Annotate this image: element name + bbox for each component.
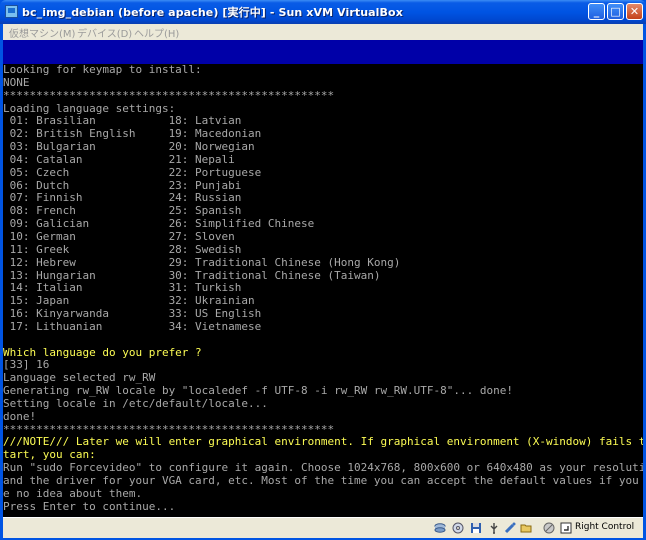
console-line: 11: Greek 28: Swedish bbox=[3, 242, 242, 256]
shared-folder-icon[interactable] bbox=[520, 522, 532, 534]
mouse-integration-icon[interactable] bbox=[543, 522, 555, 534]
console-line: Setting locale in /etc/default/locale... bbox=[3, 396, 268, 410]
minimize-button[interactable]: _ bbox=[588, 3, 605, 20]
vm-display[interactable]: Looking for keymap to install: NONE ******… bbox=[3, 40, 643, 517]
console-line: done! bbox=[3, 409, 37, 423]
hard-disk-icon[interactable] bbox=[434, 522, 446, 534]
maximize-button[interactable]: □ bbox=[607, 3, 624, 20]
floppy-icon[interactable] bbox=[470, 522, 482, 534]
console-line: Generating rw_RW locale by "localedef -f… bbox=[3, 384, 513, 398]
console-line: Looking for keymap to install: bbox=[3, 63, 202, 76]
network-icon[interactable] bbox=[504, 522, 516, 534]
virtualbox-app-icon bbox=[5, 5, 18, 18]
host-key-icon[interactable] bbox=[560, 522, 572, 534]
menu-devices[interactable]: デバイス(D) bbox=[77, 25, 132, 40]
console-line: NONE bbox=[3, 75, 30, 89]
menu-machine[interactable]: 仮想マシン(M) bbox=[9, 25, 75, 40]
menu-bar: 仮想マシン(M) デバイス(D) ヘルプ(H) bbox=[3, 24, 643, 40]
virtualbox-window: bc_img_debian (before apache) [実行中] - Su… bbox=[0, 0, 646, 540]
console-line: 16: Kinyarwanda 33: US English bbox=[3, 307, 262, 321]
console-line: e no idea about them. bbox=[3, 486, 143, 500]
console-line: 05: Czech 22: Portuguese bbox=[3, 165, 262, 179]
cd-rom-icon[interactable] bbox=[452, 522, 464, 534]
console-line: 03: Bulgarian 20: Norwegian bbox=[3, 140, 255, 154]
console-line: and the driver for your VGA card, etc. M… bbox=[3, 474, 643, 487]
console-line: 04: Catalan 21: Nepali bbox=[3, 152, 235, 166]
host-key-label: Right Control bbox=[575, 522, 635, 532]
window-title: bc_img_debian (before apache) [実行中] - Su… bbox=[22, 6, 403, 19]
console-header-bar bbox=[3, 40, 643, 64]
status-bar: Right Control bbox=[3, 517, 643, 538]
usb-icon[interactable] bbox=[488, 522, 500, 534]
close-button[interactable]: ✕ bbox=[626, 3, 643, 20]
console-line: 17: Lithuanian 34: Vietnamese bbox=[3, 319, 262, 333]
console-line: 12: Hebrew 29: Traditional Chinese (Hong… bbox=[3, 255, 401, 269]
title-bar[interactable]: bc_img_debian (before apache) [実行中] - Su… bbox=[0, 0, 646, 24]
console-line: ///NOTE/// Later we will enter graphical… bbox=[3, 435, 643, 449]
console-line: Press Enter to continue... bbox=[3, 499, 176, 513]
menu-help[interactable]: ヘルプ(H) bbox=[134, 25, 179, 40]
console-line: Which language do you prefer ? bbox=[3, 345, 202, 359]
console-output: Looking for keymap to install: NONE ******… bbox=[3, 63, 643, 514]
console-line: 10: German 27: Sloven bbox=[3, 229, 235, 243]
console-line: ****************************************… bbox=[3, 88, 335, 102]
